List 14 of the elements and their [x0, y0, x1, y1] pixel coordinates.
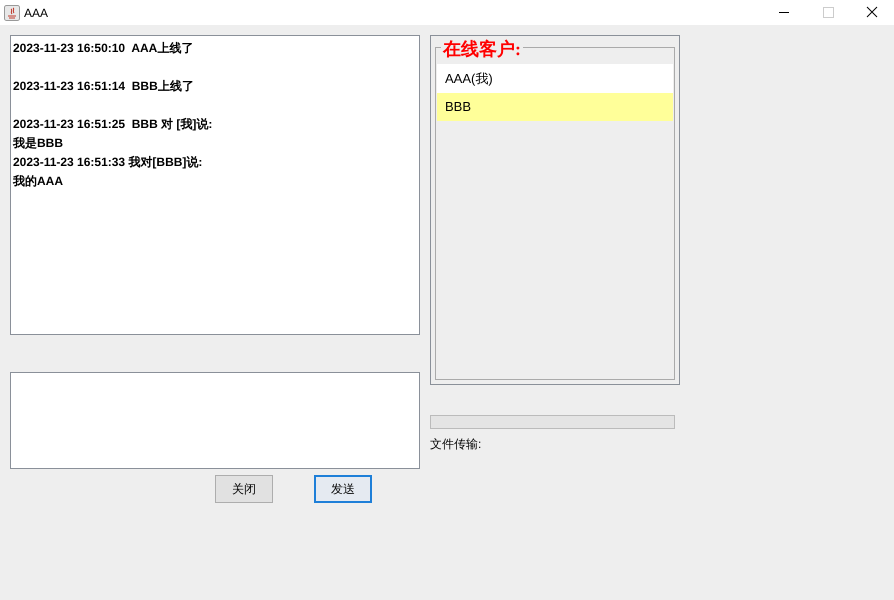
- message-input[interactable]: [10, 372, 420, 469]
- dialog-button[interactable]: 关闭: [215, 475, 273, 503]
- client-item[interactable]: BBB: [437, 92, 673, 121]
- app-icon: [4, 4, 20, 20]
- window-title: AAA: [24, 4, 48, 22]
- chat-line: 我的AAA: [13, 173, 63, 190]
- chat-line: 我是BBB: [13, 135, 63, 152]
- chat-line: 2023-11-23 16:50:10 AAA上线了: [13, 40, 194, 57]
- dialog-button[interactable]: 发送: [314, 475, 372, 503]
- file-transfer-label: 文件传输:: [430, 436, 482, 453]
- chat-line: 2023-11-23 16:51:25 BBB 对 [我]说:: [13, 116, 212, 133]
- chat-line: 2023-11-23 16:51:14 BBB上线了: [13, 78, 194, 95]
- chat-line: 2023-11-23 16:51:33 我对[BBB]说:: [13, 154, 202, 171]
- client-item[interactable]: AAA(我): [437, 64, 673, 92]
